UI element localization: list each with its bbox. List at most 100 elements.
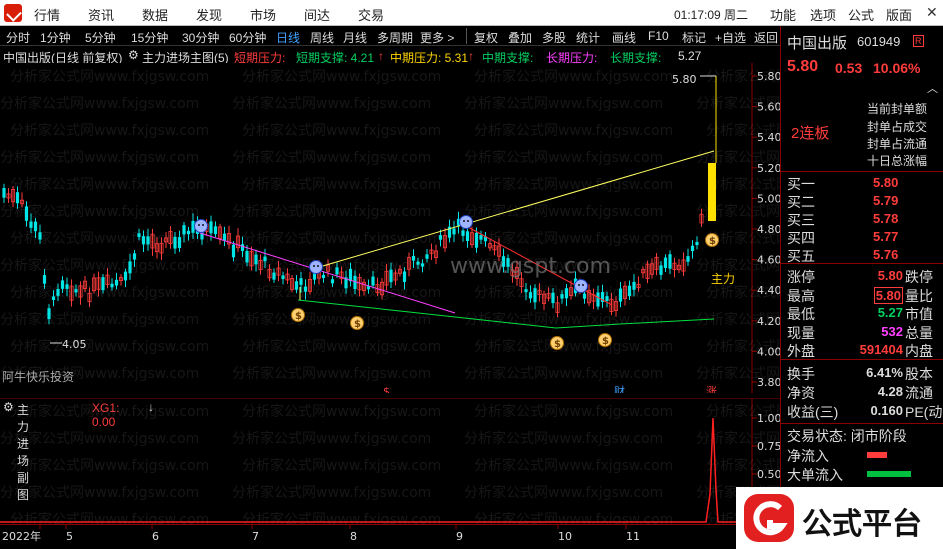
bid-label: 买三	[787, 212, 815, 228]
low-label: 4.05	[62, 338, 87, 351]
tab-timeshare[interactable]: 分时	[6, 29, 30, 46]
stats-button[interactable]: 统计	[576, 29, 600, 46]
candle-down	[659, 265, 663, 275]
x-label: 10	[558, 530, 572, 543]
divider	[781, 263, 943, 264]
tab-1min[interactable]: 1分钟	[40, 29, 71, 46]
candle-down	[114, 279, 119, 286]
stat-value: 0.160	[870, 403, 903, 418]
menu-layout[interactable]: 版面	[886, 5, 912, 24]
candle-down	[303, 286, 308, 292]
money-bag-icon: $	[602, 336, 609, 347]
candle-down	[330, 279, 335, 284]
menu-discover[interactable]: 发现	[196, 5, 222, 24]
logo-mark-icon	[744, 494, 794, 542]
x-label: 8	[350, 530, 357, 543]
sub-y-tick-label: 0.50	[757, 468, 780, 481]
tab-30min[interactable]: 30分钟	[182, 29, 219, 46]
menu-function[interactable]: 功能	[770, 5, 796, 24]
overlay-button[interactable]: 叠加	[508, 29, 532, 46]
watermark-pattern: 分析家公式网www.fxjgsw.com	[232, 484, 431, 501]
menu-news[interactable]: 资讯	[88, 5, 114, 24]
candle-down	[299, 278, 303, 285]
tab-60min[interactable]: 60分钟	[229, 29, 266, 46]
f10-button[interactable]: F10	[648, 29, 669, 43]
draw-line-button[interactable]: 画线	[612, 29, 636, 46]
watermark-pattern: 分析家公式网www.fxjgsw.com	[242, 457, 441, 474]
stat-value: 532	[881, 323, 903, 339]
menu-trade[interactable]: 交易	[358, 5, 384, 24]
stat-label: 量比	[905, 287, 933, 304]
logo-text: 公式平台	[802, 508, 922, 541]
dividend-marker[interactable]: $	[383, 385, 390, 393]
top-signal-icon	[313, 265, 315, 267]
watermark-pattern: 分析家公式网www.fxjgsw.com	[242, 176, 441, 193]
watermark-pattern: 分析家公式网www.fxjgsw.com	[232, 95, 431, 112]
candle-down	[438, 235, 443, 240]
candle-down	[452, 228, 456, 235]
money-bag-icon: $	[709, 236, 716, 247]
sub-chart[interactable]: 分析家公式网www.fxjgsw.com 分析家公式网www.fxjgsw.com…	[0, 398, 780, 524]
tab-more[interactable]: 更多 >	[420, 29, 454, 46]
multi-stock-button[interactable]: 多股	[542, 29, 566, 46]
stat-label: 股本	[905, 366, 933, 382]
back-button[interactable]: 返回	[754, 29, 778, 46]
period-tabbar: 分时 1分钟 5分钟 15分钟 30分钟 60分钟 日线 周线 月线 多周期 更…	[0, 26, 780, 46]
watermark-text: www.gspt.com	[450, 254, 611, 279]
menu-quotes[interactable]: 行情	[34, 5, 60, 24]
x-label: 2022年	[2, 529, 41, 543]
candlestick-chart[interactable]: 分析家公式网www.fxjgsw.com 分析家公式网www.fxjgsw.com…	[0, 63, 780, 393]
menu-formula[interactable]: 公式	[848, 5, 874, 24]
y-tick-label: 5.80	[757, 70, 780, 83]
watermark-pattern: 分析家公式网www.fxjgsw.com	[10, 122, 209, 139]
candle-down	[29, 221, 33, 228]
y-tick-label: 4.00	[757, 345, 780, 358]
stat-label: 最高	[787, 287, 815, 304]
top-signal-icon	[317, 265, 319, 267]
tab-monthly[interactable]: 月线	[343, 29, 367, 46]
watermark-pattern: 分析家公式网www.fxjgsw.com	[474, 122, 673, 139]
menu-ask[interactable]: 间达	[304, 5, 330, 24]
chevron-up-icon[interactable]: ︿	[927, 80, 938, 96]
tab-15min[interactable]: 15分钟	[131, 29, 168, 46]
quote-panel: 中国出版 601949 R 5.80 0.53 10.06% ︿ 2连板 当前封…	[780, 26, 943, 549]
watermark-pattern: 分析家公式网www.fxjgsw.com	[10, 68, 209, 85]
rights-button[interactable]: 复权	[474, 29, 498, 46]
candle-down	[425, 254, 429, 259]
finance-marker[interactable]: 财	[614, 384, 625, 393]
y-tick-label: 5.60	[757, 101, 780, 114]
limit-info-3: 封单占流通	[867, 137, 928, 151]
net-inflow-bar	[867, 452, 887, 458]
gear-icon[interactable]: ⚙	[128, 48, 139, 62]
candle-down	[533, 288, 537, 303]
platform-logo: 公式平台	[736, 487, 943, 549]
bid-price: 5.76	[873, 247, 899, 262]
candle-down	[461, 230, 465, 236]
y-tick-label: 4.80	[757, 223, 780, 236]
candle-down	[294, 281, 299, 290]
candle-down	[605, 296, 609, 302]
stat-label: 内盘	[905, 343, 933, 359]
candle-down	[402, 271, 407, 282]
menu-data[interactable]: 数据	[142, 5, 168, 24]
watermark-pattern: 分析家公式网www.fxjgsw.com	[464, 311, 663, 328]
watermark-pattern: 分析家公式网www.fxjgsw.com	[242, 68, 441, 85]
tab-5min[interactable]: 5分钟	[85, 29, 116, 46]
stat-label: 净资	[787, 385, 815, 401]
money-bag-icon: $	[554, 339, 561, 350]
candle-down	[663, 257, 668, 268]
close-icon[interactable]: ✕	[926, 4, 938, 21]
tab-multi-period[interactable]: 多周期	[377, 29, 413, 46]
mark-button[interactable]: 标记	[682, 29, 706, 46]
menu-options[interactable]: 选项	[810, 5, 836, 24]
add-watchlist-button[interactable]: +自选	[715, 29, 746, 46]
menu-market[interactable]: 市场	[250, 5, 276, 24]
stat-label: 市值	[905, 306, 933, 322]
stat-label: 跌停	[905, 269, 933, 285]
watermark-pattern: 分析家公式网www.fxjgsw.com	[474, 457, 673, 474]
app-logo-icon[interactable]	[4, 4, 22, 22]
limit-up-marker[interactable]: 涨	[706, 385, 717, 393]
watermark-pattern: 分析家公式网www.fxjgsw.com	[232, 311, 431, 328]
tab-daily[interactable]: 日线	[276, 29, 300, 46]
tab-weekly[interactable]: 周线	[310, 29, 334, 46]
